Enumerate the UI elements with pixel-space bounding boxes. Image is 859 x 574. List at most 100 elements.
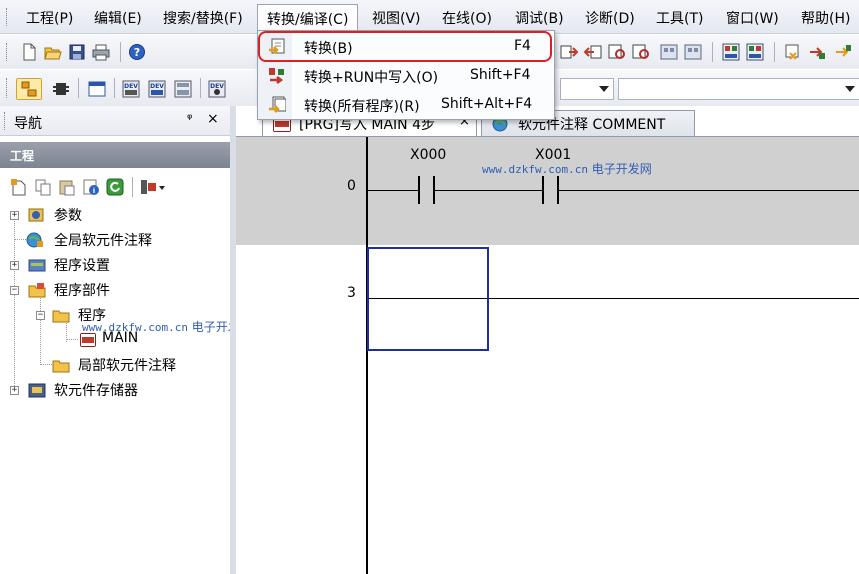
project-section-label: 工程 xyxy=(10,149,35,163)
paste-icon[interactable] xyxy=(58,178,76,196)
print-icon[interactable] xyxy=(92,43,110,61)
device-register-icon[interactable] xyxy=(174,80,192,98)
menu-help[interactable]: 帮助(H) xyxy=(801,8,850,28)
toolbar-separator xyxy=(114,78,115,98)
save-icon[interactable] xyxy=(68,43,86,61)
navigation-toolbar: i xyxy=(0,172,230,202)
monitor-stop-icon[interactable] xyxy=(684,43,702,61)
convert-run-small-icon[interactable] xyxy=(808,43,826,61)
window-icon[interactable] xyxy=(88,80,106,98)
global-comment-icon xyxy=(26,232,43,248)
ladder-back-arrow-icon[interactable] xyxy=(584,43,602,61)
program-setting-icon xyxy=(28,259,46,272)
menu-diagnostics[interactable]: 诊断(D) xyxy=(585,8,635,28)
tree-item-program-setting[interactable]: + 程序设置 xyxy=(0,254,230,276)
tree-item-label: 全局软元件注释 xyxy=(54,233,152,249)
ladder-cursor[interactable] xyxy=(367,247,489,351)
tree-item-program-parts[interactable]: − 程序部件 xyxy=(0,279,230,301)
menu-item-shortcut: Shift+Alt+F4 xyxy=(441,96,533,112)
navigation-grip[interactable] xyxy=(4,112,7,130)
device-read-icon[interactable] xyxy=(746,43,764,61)
device-watch-icon[interactable]: DEV xyxy=(208,80,226,98)
menu-view[interactable]: 视图(V) xyxy=(372,8,421,28)
tree-item-parameter[interactable]: + 参数 xyxy=(0,204,230,226)
contact-x001-left[interactable] xyxy=(542,176,544,204)
collapse-icon[interactable]: − xyxy=(10,286,19,295)
properties-icon[interactable]: i xyxy=(82,178,100,196)
svg-text:DEV: DEV xyxy=(210,83,224,90)
menu-convert-compile[interactable]: 转换/编译(C) xyxy=(257,4,359,32)
svg-text:i: i xyxy=(93,187,95,195)
rung-wire xyxy=(368,190,418,191)
watermark: www.dzkfw.com.cn 电子开发网 xyxy=(82,318,252,335)
tree-item-local-comment[interactable]: 局部软元件注释 xyxy=(0,354,230,376)
menu-item-shortcut: Shift+F4 xyxy=(470,67,531,83)
expand-icon[interactable]: + xyxy=(10,261,19,270)
svg-text:DEV: DEV xyxy=(150,83,164,90)
close-icon[interactable]: × xyxy=(207,111,219,127)
menu-search-replace[interactable]: 搜索/替换(F) xyxy=(163,8,243,28)
new-file-icon[interactable] xyxy=(20,43,38,61)
filter-dropdown-icon[interactable] xyxy=(140,178,166,196)
menu-window[interactable]: 窗口(W) xyxy=(726,8,779,28)
menu-tools[interactable]: 工具(T) xyxy=(656,8,703,28)
ladder-program-icon xyxy=(80,333,96,347)
tree-item-global-comment[interactable]: 全局软元件注释 xyxy=(0,229,230,251)
find-contact-icon[interactable] xyxy=(632,43,650,61)
copy-icon[interactable] xyxy=(34,178,52,196)
device-write-icon[interactable] xyxy=(722,43,740,61)
step-number: 0 xyxy=(347,178,356,194)
watermark-url: www.dzkfw.com.cn xyxy=(482,163,588,176)
navigation-title: 导航 xyxy=(14,116,42,132)
menu-debug[interactable]: 调试(B) xyxy=(515,8,564,28)
toolbar-combo-wide[interactable] xyxy=(618,78,859,100)
chevron-down-icon xyxy=(599,86,609,92)
menubar-grip[interactable] xyxy=(6,8,9,26)
new-data-icon[interactable] xyxy=(10,178,28,196)
ladder-arrow-icon[interactable] xyxy=(560,43,578,61)
svg-text:?: ? xyxy=(134,46,140,59)
pin-icon[interactable]: ᵠ xyxy=(187,112,192,127)
program-parts-icon xyxy=(28,283,46,298)
menu-edit[interactable]: 编辑(E) xyxy=(94,8,142,28)
device-memory-icon xyxy=(28,383,46,398)
menu-online[interactable]: 在线(O) xyxy=(442,8,492,28)
project-tree: + 参数 全局软元件注释 + 程序设置 − 程序部件 − 程序 MAIN 局部软… xyxy=(0,202,230,574)
module-icon[interactable] xyxy=(52,80,70,98)
toolbar-combo-small[interactable] xyxy=(560,78,614,100)
menu-item-label: 转换(所有程序)(R) xyxy=(304,99,420,115)
expand-icon[interactable]: + xyxy=(10,386,19,395)
contact-x000-left[interactable] xyxy=(418,176,420,204)
navigation-header: 导航 ᵠ × xyxy=(0,106,230,136)
device-memory-toolbar-icon[interactable]: DEV xyxy=(122,80,140,98)
toolbar-separator xyxy=(78,78,79,98)
menu-item-convert-write-run[interactable]: 转换+RUN中写入(O) Shift+F4 xyxy=(258,62,554,90)
open-folder-icon[interactable] xyxy=(44,43,62,61)
menu-item-convert-all[interactable]: 转换(所有程序)(R) Shift+Alt+F4 xyxy=(258,91,554,119)
contact-device-label: X000 xyxy=(410,147,447,163)
device-batch-icon[interactable]: DEV xyxy=(148,80,166,98)
menu-bar: 工程(P) 编辑(E) 搜索/替换(F) 转换/编译(C) 视图(V) 在线(O… xyxy=(0,0,859,34)
tree-item-device-memory[interactable]: + 软元件存储器 xyxy=(0,379,230,401)
parameter-icon xyxy=(28,208,44,222)
program-folder-icon xyxy=(52,310,70,323)
menu-project[interactable]: 工程(P) xyxy=(26,8,73,28)
refresh-icon[interactable] xyxy=(106,178,124,196)
project-view-icon[interactable] xyxy=(16,78,42,100)
convert-small-icon[interactable] xyxy=(784,43,802,61)
highlight-annotation xyxy=(258,31,552,62)
rung-wire xyxy=(559,190,859,191)
find-device-icon[interactable] xyxy=(608,43,626,61)
toolbar-grip[interactable] xyxy=(6,43,9,61)
monitor-icon[interactable] xyxy=(660,43,678,61)
expand-icon[interactable]: + xyxy=(10,211,19,220)
toolbar-separator xyxy=(712,42,713,62)
convert-write-run-icon xyxy=(269,68,284,84)
convert-all-small-icon[interactable] xyxy=(834,43,852,61)
step-number: 3 xyxy=(347,285,356,301)
ladder-editor[interactable]: 0 X000 X001 3 www.dzkfw.com.cn 电子开发网 xyxy=(236,136,859,574)
tree-item-label: 程序部件 xyxy=(54,283,110,299)
help-icon[interactable]: ? xyxy=(128,43,146,61)
toolbar-grip[interactable] xyxy=(6,78,9,98)
collapse-icon[interactable]: − xyxy=(36,311,45,320)
